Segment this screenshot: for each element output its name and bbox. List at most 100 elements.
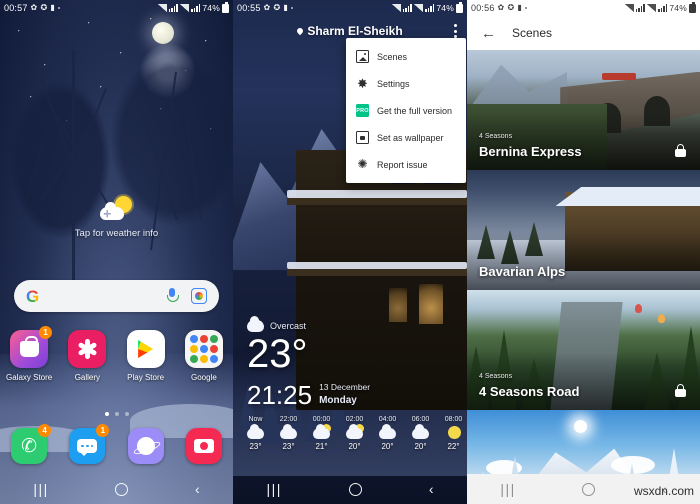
menu-item-scenes[interactable]: Scenes bbox=[346, 43, 466, 70]
home-button[interactable] bbox=[115, 482, 129, 496]
menu-item-label: Set as wallpaper bbox=[377, 132, 444, 143]
google-lens-icon[interactable] bbox=[191, 288, 207, 304]
page-dot-active[interactable] bbox=[104, 412, 109, 416]
app-icon-play-store[interactable]: Play Store bbox=[117, 330, 175, 382]
back-button[interactable]: ‹ bbox=[429, 482, 434, 496]
gear-icon: ✸ bbox=[357, 76, 368, 91]
card-gradient-overlay bbox=[467, 232, 700, 290]
red-train bbox=[602, 72, 637, 80]
badge-count: 1 bbox=[96, 424, 110, 437]
location-title[interactable]: Sharm El-Sheikh bbox=[296, 24, 403, 38]
battery-icon bbox=[689, 2, 696, 13]
scene-card-bavarian-alps[interactable]: Bavarian Alps bbox=[467, 170, 700, 290]
page-indicator[interactable] bbox=[0, 412, 233, 416]
app-grid-row: 1 Galaxy Store Gallery Play Store Google bbox=[0, 326, 233, 382]
card-subtitle: 4 Seasons bbox=[479, 373, 513, 380]
scene-card-4-seasons-road[interactable]: 4 Seasons 4 Seasons Road bbox=[467, 290, 700, 410]
condition-label: Overcast bbox=[270, 321, 307, 331]
battery-icon bbox=[222, 2, 229, 13]
hourly-item[interactable]: 02:00 20° bbox=[338, 416, 371, 474]
hour-time: 08:00 bbox=[444, 416, 463, 423]
hour-temp: 22° bbox=[447, 442, 460, 451]
lock-icon[interactable] bbox=[675, 384, 686, 397]
status-left: 00:57 ✿ ✪ ▮ bbox=[4, 3, 60, 13]
app-icon-gallery[interactable]: Gallery bbox=[58, 330, 116, 382]
hot-air-balloon-icon bbox=[658, 314, 666, 323]
arrow-left-icon[interactable]: ← bbox=[481, 26, 496, 41]
hourly-item[interactable]: 06:00 20° bbox=[404, 416, 437, 474]
recents-button[interactable]: ||| bbox=[266, 482, 281, 496]
hourly-item[interactable]: 04:00 20° bbox=[371, 416, 404, 474]
dock-row: ✆ 4 1 bbox=[0, 424, 233, 469]
pro-badge-icon: PRO bbox=[356, 104, 369, 117]
dock-icon-internet[interactable] bbox=[117, 428, 175, 469]
clock-icon: ✪ bbox=[507, 3, 515, 12]
menu-item-settings[interactable]: ✸ Settings bbox=[346, 70, 466, 97]
dock-icon-camera[interactable] bbox=[175, 428, 233, 469]
signal-bars-icon bbox=[168, 4, 178, 12]
home-button[interactable] bbox=[348, 482, 362, 496]
hour-temp: 21° bbox=[315, 442, 328, 451]
partly-cloudy-icon bbox=[346, 424, 364, 439]
dock-icon-messages[interactable]: 1 bbox=[58, 424, 116, 469]
menu-item-report-issue[interactable]: ✺ Report issue bbox=[346, 151, 466, 178]
status-right: 74% bbox=[391, 2, 463, 13]
status-bar-scenes: 00:56 ✿ ✪ ▮ 74% bbox=[467, 0, 700, 16]
app-icon-galaxy-store[interactable]: 1 Galaxy Store bbox=[0, 326, 58, 382]
app-label: Galaxy Store bbox=[6, 373, 53, 382]
snow-roof bbox=[555, 186, 700, 206]
menu-item-set-as-wallpaper[interactable]: Set as wallpaper bbox=[346, 124, 466, 151]
lock-icon[interactable] bbox=[675, 144, 686, 157]
dock-icon-phone[interactable]: ✆ 4 bbox=[0, 424, 58, 469]
current-date-block: 13 December Monday bbox=[319, 382, 370, 408]
card-title: Bavarian Alps bbox=[479, 264, 566, 279]
status-time: 00:56 bbox=[471, 3, 495, 13]
screenshot-stage: 00:57 ✿ ✪ ▮ 74% ✛ Tap for weather info G… bbox=[0, 0, 700, 504]
hour-time: Now bbox=[248, 416, 263, 423]
hourly-item[interactable]: Now 23° bbox=[239, 416, 272, 474]
signal-bars-2-icon bbox=[425, 4, 435, 12]
sun-icon bbox=[574, 419, 588, 433]
weather-widget[interactable]: ✛ Tap for weather info bbox=[0, 196, 233, 239]
recents-button[interactable]: ||| bbox=[500, 482, 515, 496]
hourly-item[interactable]: 00:00 21° bbox=[305, 416, 338, 474]
app-icon-google-folder[interactable]: Google bbox=[175, 330, 233, 382]
status-bar-home: 00:57 ✿ ✪ ▮ 74% bbox=[0, 0, 233, 16]
clock-icon: ✪ bbox=[273, 3, 281, 12]
weather-hint-label: Tap for weather info bbox=[74, 228, 159, 239]
hourly-forecast-strip[interactable]: Now 23° 22:00 23° 00:00 21° 02:00 20° 04… bbox=[233, 412, 467, 474]
signal-bars-icon bbox=[635, 4, 645, 12]
status-time: 00:57 bbox=[4, 3, 28, 13]
signal-bars-icon bbox=[402, 4, 412, 12]
menu-item-get-full-version[interactable]: PRO Get the full version bbox=[346, 97, 466, 124]
page-dot[interactable] bbox=[124, 412, 129, 416]
hot-air-balloon-icon bbox=[634, 304, 642, 314]
hour-temp: 20° bbox=[381, 442, 394, 451]
hourly-item[interactable]: 08:00 22° bbox=[437, 416, 467, 474]
card-title: Bernina Express bbox=[479, 144, 582, 159]
back-button[interactable]: ‹ bbox=[195, 482, 200, 496]
wifi-icon bbox=[391, 4, 401, 12]
current-time: 21:25 bbox=[247, 380, 313, 410]
notification-dot-icon bbox=[290, 7, 293, 9]
menu-item-label: Get the full version bbox=[377, 105, 453, 116]
sun-icon bbox=[445, 426, 462, 439]
page-dot[interactable] bbox=[114, 412, 119, 416]
wallpaper-icon bbox=[356, 131, 369, 144]
scenes-card-list[interactable]: 4 Seasons Bernina Express Bavarian Alps bbox=[467, 50, 700, 504]
google-search-bar[interactable]: G bbox=[14, 280, 219, 312]
status-bar-weather: 00:55 ✿ ✪ ▮ 74% bbox=[233, 0, 467, 16]
navigation-bar-weather: ||| ‹ bbox=[233, 474, 467, 504]
scenes-app-bar: ← Scenes bbox=[467, 16, 700, 50]
microphone-icon[interactable] bbox=[166, 288, 179, 304]
shopping-bag-icon: 1 bbox=[10, 326, 53, 368]
hourly-item[interactable]: 22:00 23° bbox=[272, 416, 305, 474]
recents-button[interactable]: ||| bbox=[33, 482, 48, 496]
location-name: Sharm El-Sheikh bbox=[307, 24, 403, 38]
home-button[interactable] bbox=[582, 482, 596, 496]
settings-gear-icon: ✿ bbox=[497, 3, 505, 12]
overflow-menu-button[interactable] bbox=[454, 24, 457, 38]
scene-card-bernina-express[interactable]: 4 Seasons Bernina Express bbox=[467, 50, 700, 170]
cabin-window-lit bbox=[389, 288, 407, 322]
clock-icon: ✪ bbox=[40, 3, 48, 12]
